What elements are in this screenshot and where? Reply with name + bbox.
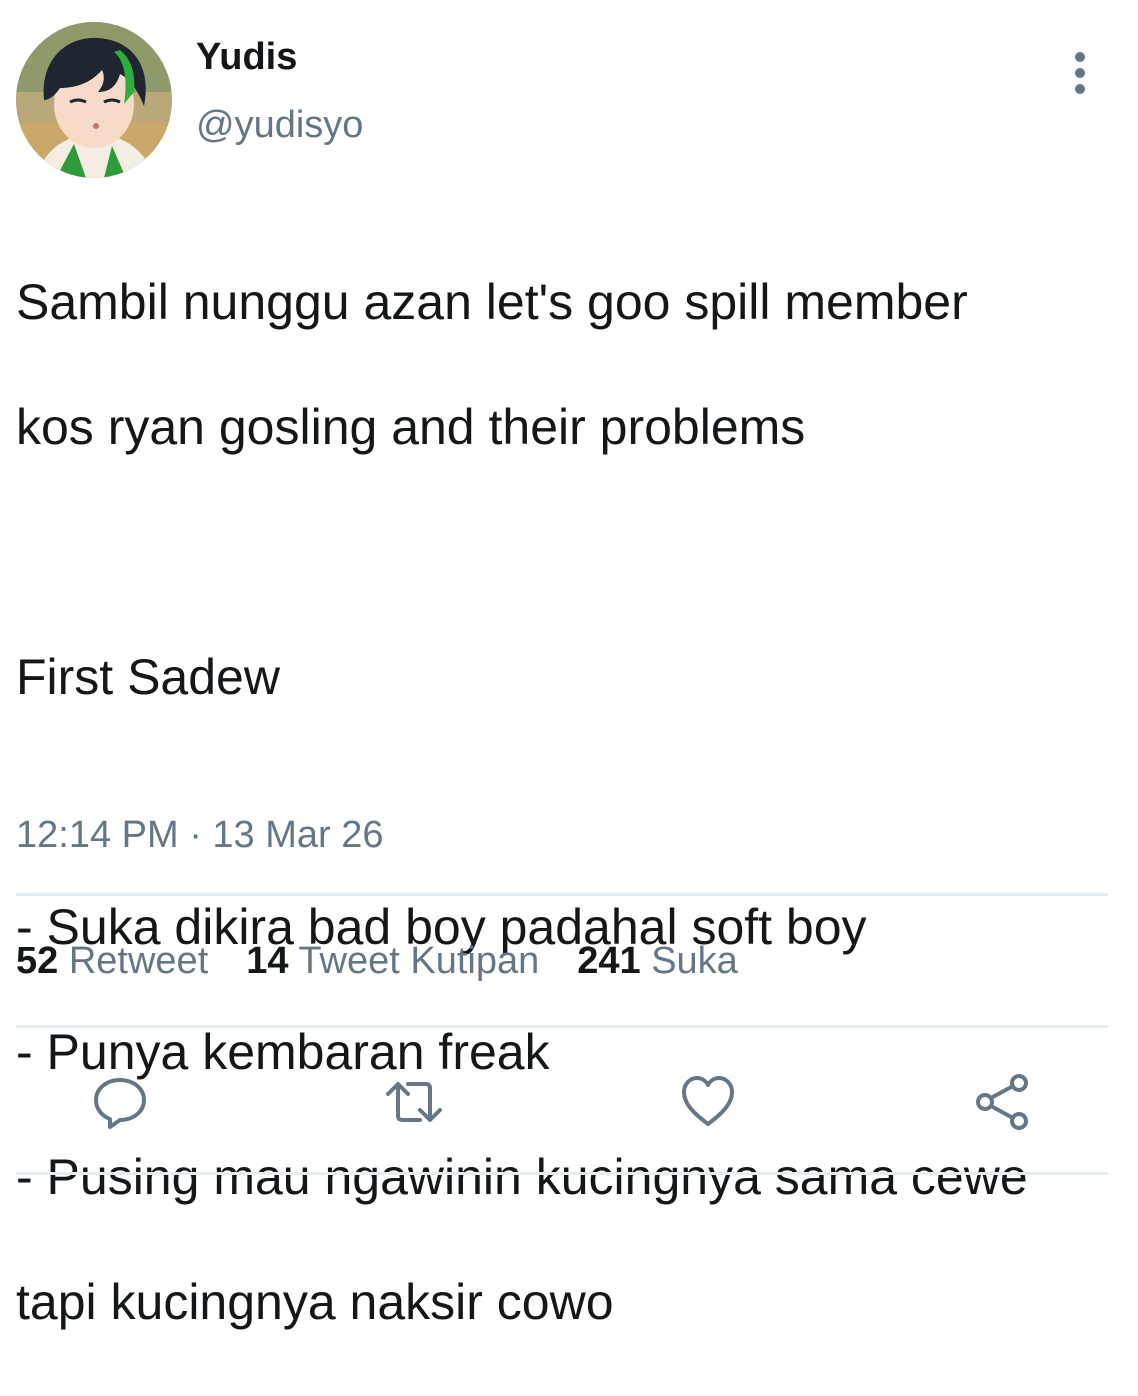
- tweet-line: kos ryan gosling and their problems: [16, 398, 806, 455]
- quote-count-number: 14: [246, 940, 289, 982]
- like-count[interactable]: 241 Suka: [577, 942, 738, 980]
- more-dot: [1075, 68, 1085, 78]
- heart-icon: [682, 1076, 734, 1126]
- tweet-timestamp[interactable]: 12:14 PM · 13 Mar 26: [16, 816, 384, 854]
- retweet-count-number: 52: [16, 940, 59, 982]
- quote-count[interactable]: 14 Tweet Kutipan: [246, 942, 539, 980]
- divider: [16, 1025, 1108, 1028]
- avatar[interactable]: [16, 22, 172, 178]
- retweet-count-label: Retweet: [68, 940, 209, 982]
- like-button[interactable]: [676, 1070, 740, 1134]
- reply-button[interactable]: [88, 1070, 152, 1134]
- more-dot: [1075, 52, 1085, 62]
- reply-icon: [94, 1078, 146, 1129]
- retweet-count[interactable]: 52 Retweet: [16, 942, 208, 980]
- more-options-icon[interactable]: [1068, 52, 1092, 96]
- tweet-line: - Pusing mau ngawinin kucingnya sama cew…: [16, 1148, 1028, 1205]
- share-button[interactable]: [970, 1070, 1034, 1134]
- retweet-button[interactable]: [382, 1070, 446, 1134]
- author-display-name[interactable]: Yudis: [196, 38, 297, 76]
- like-count-number: 241: [577, 940, 641, 982]
- tweet-header: Yudis @yudisyo: [16, 22, 1122, 182]
- tweet-line: tapi kucingnya naksir cowo: [16, 1273, 614, 1330]
- avatar-image: [16, 22, 172, 178]
- tweet-actions-bar: [0, 1070, 1138, 1134]
- divider: [16, 893, 1108, 896]
- tweet-stats: 52 Retweet 14 Tweet Kutipan 241 Suka: [16, 942, 738, 980]
- tweet-line: First Sadew: [16, 648, 280, 705]
- tweet-text: Sambil nunggu azan let's goo spill membe…: [16, 208, 1126, 1396]
- more-dot: [1075, 84, 1085, 94]
- quote-count-label: Tweet Kutipan: [298, 940, 540, 982]
- tweet-line: Sambil nunggu azan let's goo spill membe…: [16, 273, 968, 330]
- like-count-label: Suka: [651, 940, 738, 982]
- divider: [16, 1172, 1108, 1175]
- retweet-icon: [386, 1082, 442, 1122]
- share-icon: [976, 1074, 1028, 1130]
- author-handle[interactable]: @yudisyo: [196, 106, 363, 144]
